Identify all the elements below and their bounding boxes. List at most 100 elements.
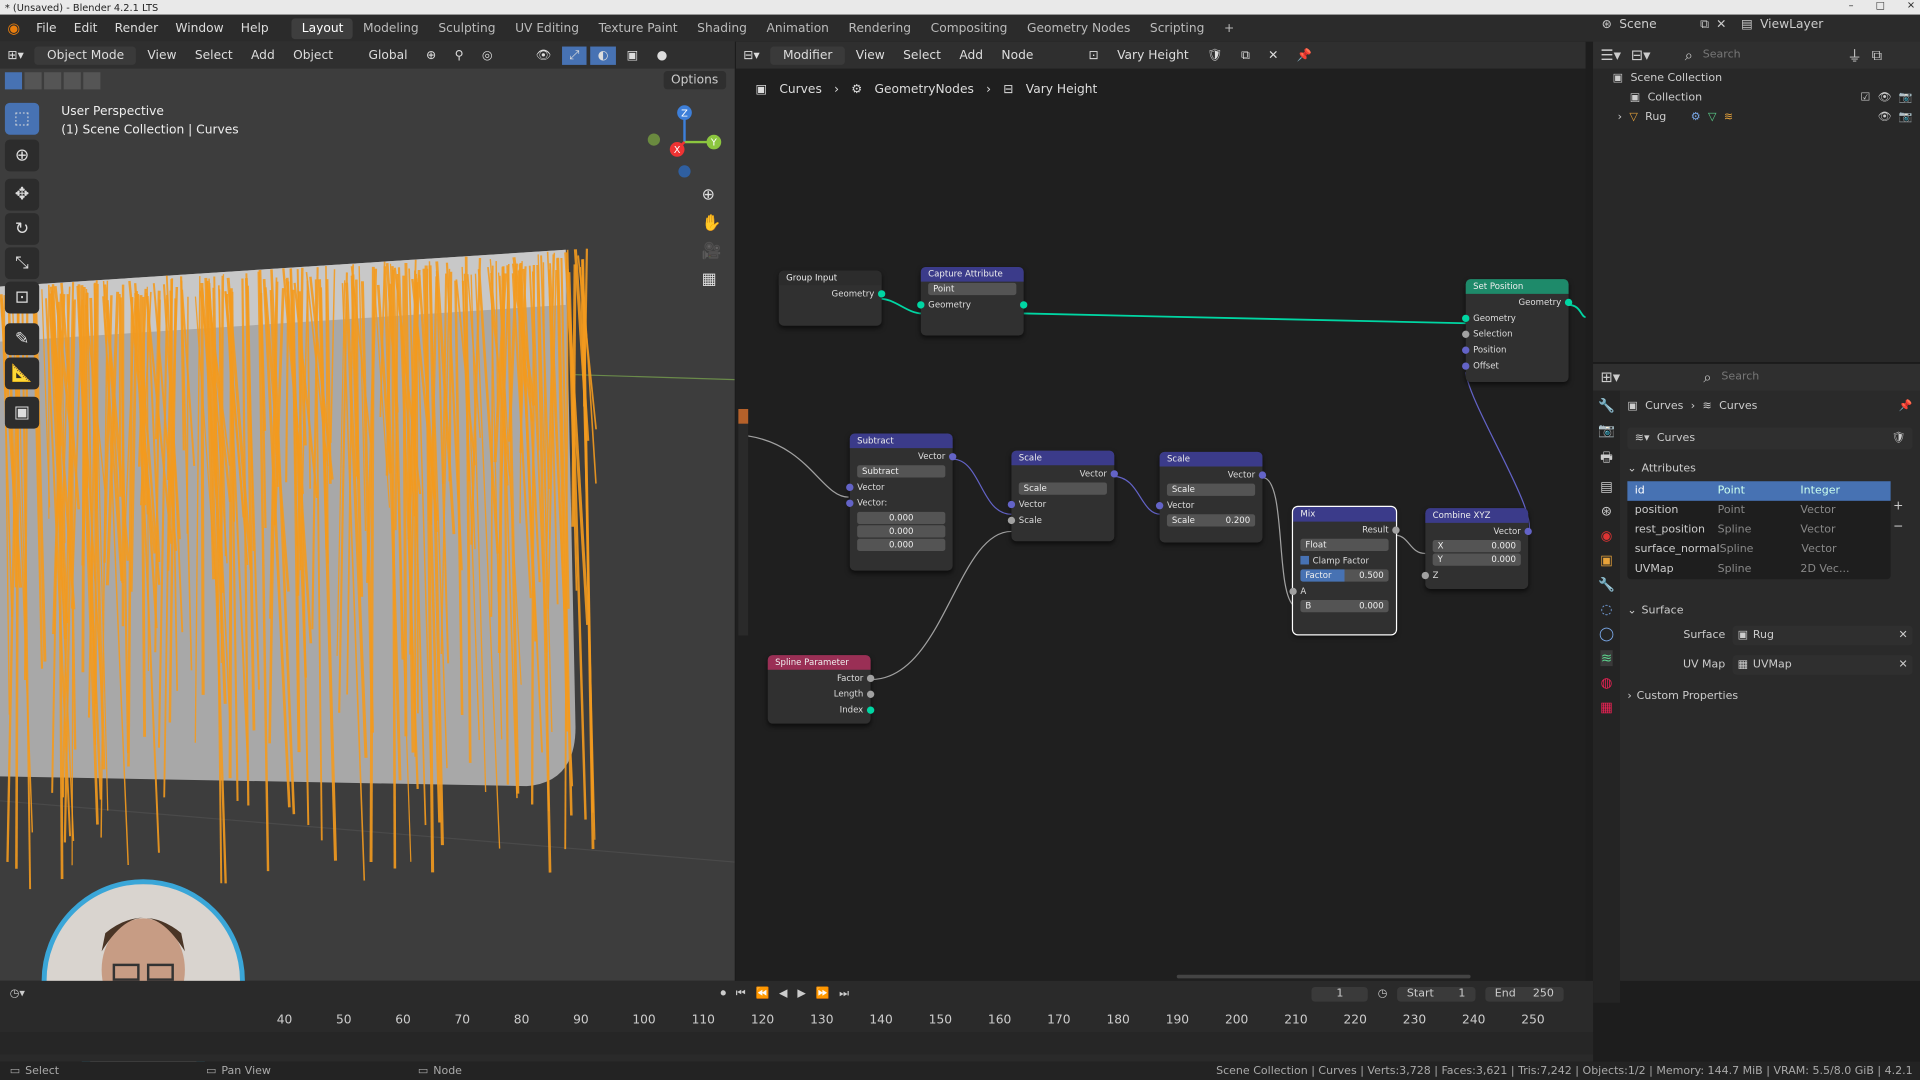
measure-tool-icon[interactable]: 📐 xyxy=(4,357,40,390)
modifier-tab-icon[interactable]: 🔧 xyxy=(1598,577,1615,593)
attribute-row[interactable]: id Point Integer xyxy=(1627,481,1891,501)
rotate-tool-icon[interactable]: ↻ xyxy=(4,213,40,245)
tab-rendering[interactable]: Rendering xyxy=(839,18,921,39)
attribute-row[interactable]: UVMap Spline 2D Vec... xyxy=(1627,560,1890,580)
pin-icon[interactable]: 📌 xyxy=(1899,400,1913,412)
combine-y-field[interactable]: Y 0.000 xyxy=(1432,553,1521,566)
node-scale[interactable]: Scale Vector Scale Vector Scale xyxy=(1007,450,1118,542)
node-set-position[interactable]: Set Position Geometry Geometry Selection… xyxy=(1462,279,1573,383)
start-frame-field[interactable]: Start 1 xyxy=(1397,986,1476,1002)
surface-object-field[interactable]: ▣ Rug ✕ xyxy=(1732,625,1913,646)
clear-icon[interactable]: ✕ xyxy=(1899,659,1908,671)
tool-tab-icon[interactable]: 🔧 xyxy=(1598,398,1615,414)
maximize-icon[interactable]: □ xyxy=(1876,0,1885,11)
tab-shading[interactable]: Shading xyxy=(687,18,756,39)
viewlayer-icon[interactable]: ▤ xyxy=(1741,18,1753,31)
uvmap-field[interactable]: ▦ UVMap ✕ xyxy=(1732,655,1913,675)
3d-viewport[interactable]: ⊞▾ Object Mode View Select Add Object Gl… xyxy=(0,41,735,981)
rug-object-label[interactable]: Rug xyxy=(1645,111,1666,123)
outliner-search-input[interactable]: Search xyxy=(1703,49,1789,61)
menu-edit[interactable]: Edit xyxy=(65,21,106,34)
scene-name[interactable]: Scene xyxy=(1619,18,1692,31)
remove-attribute-icon[interactable]: − xyxy=(1893,520,1903,533)
node-group-input[interactable]: Group Input Geometry xyxy=(778,270,886,326)
play-reverse-icon[interactable]: ◀ xyxy=(779,988,787,1000)
mesh-data-icon[interactable]: ▽ xyxy=(1708,111,1716,123)
delete-scene-icon[interactable]: ✕ xyxy=(1716,18,1726,31)
jump-end-icon[interactable]: ⏭ xyxy=(839,988,849,1000)
select-tool-icon[interactable]: ⬚ xyxy=(4,102,40,135)
tab-sculpting[interactable]: Sculpting xyxy=(429,18,506,39)
outliner-type-icon[interactable]: ☰▾ xyxy=(1600,47,1621,64)
move-tool-icon[interactable]: ✥ xyxy=(4,178,40,211)
curves-icon[interactable]: ≋ xyxy=(1724,111,1733,123)
vector-y-field[interactable]: 0.000 xyxy=(857,525,946,538)
play-icon[interactable]: ▶ xyxy=(797,988,805,1000)
tab-scripting[interactable]: Scripting xyxy=(1140,18,1214,39)
physics-tab-icon[interactable]: ◯ xyxy=(1599,626,1614,642)
menu-window[interactable]: Window xyxy=(167,21,232,34)
tab-modeling[interactable]: Modeling xyxy=(353,18,428,39)
timeline-type-icon[interactable]: ◷▾ xyxy=(10,988,25,1000)
attribute-row[interactable]: surface_normal Spline Vector xyxy=(1627,540,1890,560)
scene-icon[interactable]: ⊛ xyxy=(1602,18,1612,31)
scene-tab-icon[interactable]: ⊛ xyxy=(1601,503,1612,519)
clear-icon[interactable]: ✕ xyxy=(1899,629,1908,641)
node-mix[interactable]: Mix Result Float Clamp Factor Factor 0.50… xyxy=(1289,505,1400,636)
tab-compositing[interactable]: Compositing xyxy=(921,18,1017,39)
camera-icon[interactable]: 📷 xyxy=(1899,111,1913,123)
mix-b-field[interactable]: B 0.000 xyxy=(1300,600,1389,613)
mix-factor-slider[interactable]: Factor 0.500 xyxy=(1300,569,1389,582)
capture-domain-dropdown[interactable]: Point xyxy=(928,282,1017,296)
attributes-list[interactable]: id Point Integer position Point Vector rest_po… xyxy=(1627,481,1891,580)
mix-type-dropdown[interactable]: Float xyxy=(1300,538,1389,552)
preview-range-icon[interactable]: ◷ xyxy=(1378,988,1388,1000)
node-spline-parameter[interactable]: Spline Parameter Factor Length Index xyxy=(767,655,875,724)
node-subtract[interactable]: Subtract Vector Subtract Vector Vector: … xyxy=(846,433,957,571)
transform-tool-icon[interactable]: ⊡ xyxy=(4,281,40,314)
outliner-funnel-icon[interactable]: ⏚ xyxy=(1847,45,1862,66)
add-cube-tool-icon[interactable]: ▣ xyxy=(4,396,40,429)
properties-type-icon[interactable]: ⊞▾ xyxy=(1600,369,1620,386)
ortho-grid-icon[interactable]: ▦ xyxy=(702,271,722,289)
prev-keyframe-icon[interactable]: ⏪ xyxy=(756,988,770,1000)
node-editor[interactable]: ⊟▾ Modifier View Select Add Node ⊡ Vary … xyxy=(735,41,1586,981)
blender-logo-icon[interactable]: ◉ xyxy=(0,20,28,37)
tab-texture-paint[interactable]: Texture Paint xyxy=(589,18,688,39)
modifier-icon[interactable]: ⚙ xyxy=(1691,111,1701,123)
jump-start-icon[interactable]: ⏮ xyxy=(736,988,746,1000)
eye-icon[interactable]: 👁 xyxy=(1878,92,1892,104)
output-tab-icon[interactable]: 🖶 xyxy=(1600,447,1613,470)
annotate-tool-icon[interactable]: ✎ xyxy=(4,323,40,356)
view-layer-tab-icon[interactable]: ▤ xyxy=(1600,479,1613,495)
scale-tool-icon[interactable]: ⤡ xyxy=(4,247,40,280)
node-capture-attribute[interactable]: Capture Attribute Point Geometry xyxy=(917,266,1028,336)
camera-icon[interactable]: 📷 xyxy=(1899,92,1913,104)
curves-datablock-name[interactable]: Curves xyxy=(1657,432,1695,444)
custom-properties-header[interactable]: › Custom Properties xyxy=(1627,684,1912,708)
timeline[interactable]: ◷▾ ⏺ ⏮ ⏪ ◀ ▶ ⏩ ⏭ 1 ◷ Start 1 End 250 40 50 6… xyxy=(0,980,1594,1062)
outliner[interactable]: ☰▾ ⊟▾ ⌕ Search ⏚ ⧉ ▣ Scene Collection ▣ Co… xyxy=(1593,41,1920,363)
scale-value-field[interactable]: Scale 0.200 xyxy=(1166,514,1256,527)
texture-tab-icon[interactable]: ▦ xyxy=(1600,699,1613,715)
camera-view-icon[interactable]: 🎥 xyxy=(702,242,722,260)
world-tab-icon[interactable]: ◉ xyxy=(1601,528,1613,544)
tab-geometry-nodes[interactable]: Geometry Nodes xyxy=(1017,18,1140,39)
viewlayer-name[interactable]: ViewLayer xyxy=(1760,18,1823,31)
menu-help[interactable]: Help xyxy=(232,21,277,34)
next-keyframe-icon[interactable]: ⏩ xyxy=(816,988,830,1000)
vector-z-field[interactable]: 0.000 xyxy=(857,538,946,552)
clamp-checkbox[interactable] xyxy=(1300,555,1309,565)
scene-collection-label[interactable]: Scene Collection xyxy=(1630,72,1722,84)
node-scale[interactable]: Scale Vector Scale Vector Scale 0.200 xyxy=(1155,451,1267,543)
curves-data-tab-icon[interactable]: ≋ xyxy=(1600,650,1613,667)
material-tab-icon[interactable]: ◍ xyxy=(1601,675,1613,691)
node-combine-xyz[interactable]: Combine XYZ Vector X 0.000 Y 0.000 Z xyxy=(1421,508,1532,589)
minimize-icon[interactable]: – xyxy=(1849,0,1854,11)
attribute-row[interactable]: rest_position Spline Vector xyxy=(1627,520,1890,540)
new-scene-icon[interactable]: ⧉ xyxy=(1700,18,1709,31)
cursor-tool-icon[interactable]: ⊕ xyxy=(4,139,40,172)
close-icon[interactable]: ✕ xyxy=(1907,0,1915,11)
properties-search-input[interactable]: Search xyxy=(1721,371,1759,383)
attributes-panel-header[interactable]: ⌄ Attributes xyxy=(1627,457,1912,481)
